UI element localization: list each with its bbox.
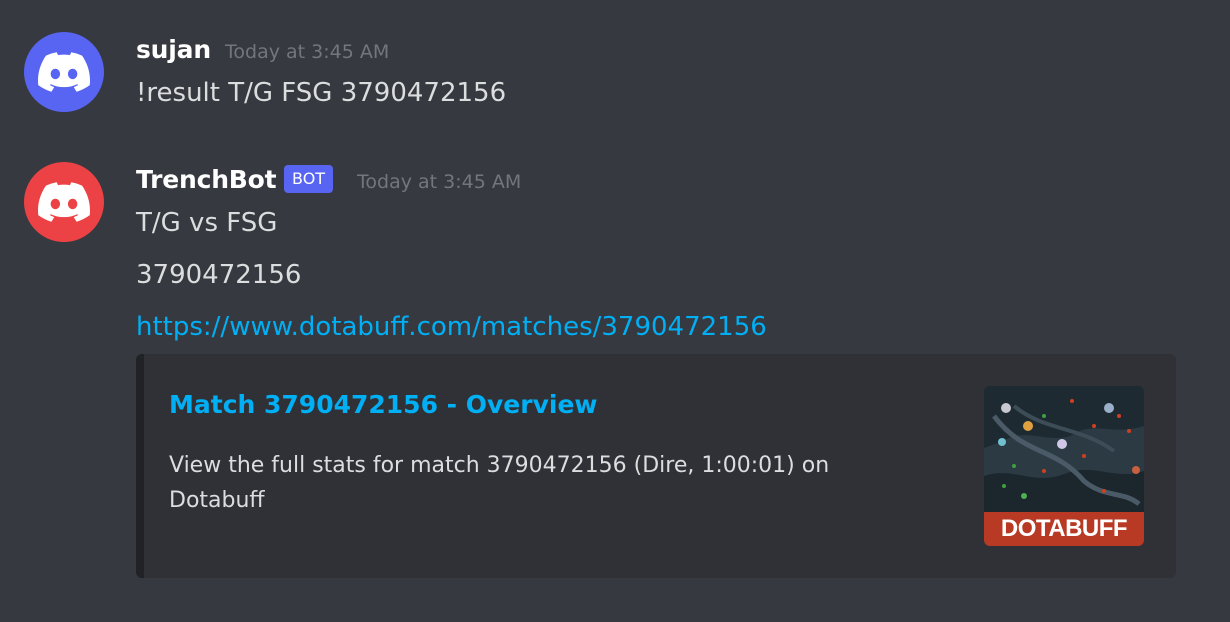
message-line: 3790472156 (136, 260, 302, 290)
link-embed: Match 3790472156 - Overview View the ful… (136, 354, 1176, 578)
message-timestamp: Today at 3:45 AM (357, 171, 522, 193)
discord-logo-icon (38, 52, 90, 92)
bot-badge: BOT (284, 165, 334, 193)
author-name[interactable]: sujan (136, 34, 211, 66)
message-timestamp: Today at 3:45 AM (225, 41, 390, 63)
thumbnail-caption-bar: DOTABUFF (984, 512, 1144, 546)
message-content: !result T/G FSG 3790472156 (136, 78, 507, 108)
author-name[interactable]: TrenchBot (136, 164, 277, 196)
dota-minimap-icon (984, 386, 1144, 512)
avatar-trenchbot[interactable] (24, 162, 104, 242)
dotabuff-logo: DOTABUFF (1000, 515, 1128, 542)
message-line: T/G vs FSG (136, 208, 278, 238)
avatar-sujan[interactable] (24, 32, 104, 112)
embed-accent-bar (136, 354, 144, 578)
embed-description: View the full stats for match 3790472156… (169, 453, 830, 513)
dotabuff-match-link[interactable]: https://www.dotabuff.com/matches/3790472… (136, 310, 767, 344)
discord-logo-icon (38, 182, 90, 222)
embed-title[interactable]: Match 3790472156 - Overview (169, 388, 598, 422)
embed-thumbnail[interactable]: DOTABUFF (984, 386, 1144, 546)
